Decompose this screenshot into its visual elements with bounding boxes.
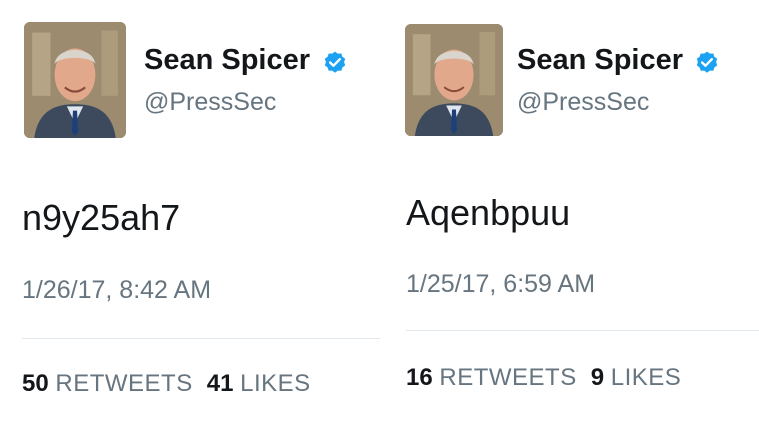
retweets-label: RETWEETS	[55, 370, 193, 397]
likes-label: LIKES	[610, 364, 682, 391]
retweets-label: RETWEETS	[439, 364, 577, 391]
display-name[interactable]: Sean Spicer	[517, 44, 683, 77]
tweet-card-2: Sean Spicer @PressSec Aqenbpuu 1/25/17, …	[380, 0, 759, 422]
divider	[22, 338, 380, 339]
tweet-text: n9y25ah7	[22, 197, 181, 238]
verified-badge-icon	[696, 51, 718, 73]
tweet-stats: 16 RETWEETS 9 LIKES	[406, 364, 681, 392]
verified-badge-icon	[324, 51, 346, 73]
tweet-timestamp[interactable]: 1/26/17, 8:42 AM	[22, 276, 211, 305]
retweets-stat[interactable]: 16 RETWEETS	[406, 364, 577, 391]
tweet-text: Aqenbpuu	[406, 192, 571, 233]
likes-stat[interactable]: 9 LIKES	[591, 364, 682, 391]
avatar[interactable]	[405, 24, 503, 136]
likes-count: 41	[206, 370, 234, 397]
display-name[interactable]: Sean Spicer	[144, 44, 310, 77]
tweet-stats: 50 RETWEETS 41 LIKES	[22, 370, 311, 398]
retweets-count: 50	[22, 370, 49, 397]
likes-count: 9	[590, 364, 605, 391]
avatar[interactable]	[24, 22, 126, 138]
user-handle[interactable]: @PressSec	[517, 88, 649, 117]
retweets-stat[interactable]: 50 RETWEETS	[22, 370, 193, 397]
user-handle[interactable]: @PressSec	[144, 88, 276, 117]
divider	[406, 330, 759, 331]
likes-stat[interactable]: 41 LIKES	[207, 370, 311, 397]
tweet-timestamp[interactable]: 1/25/17, 6:59 AM	[406, 270, 595, 299]
tweet-card-1: Sean Spicer @PressSec n9y25ah7 1/26/17, …	[0, 0, 380, 422]
retweets-count: 16	[406, 364, 433, 391]
likes-label: LIKES	[240, 370, 311, 397]
